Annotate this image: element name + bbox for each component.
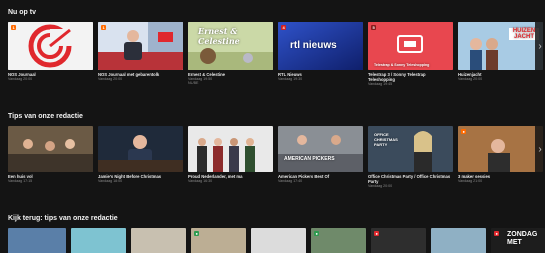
- program-thumbnail[interactable]: HUIZEN JACHT: [458, 22, 543, 70]
- program-card[interactable]: [251, 228, 306, 253]
- program-card[interactable]: ●: [311, 228, 366, 253]
- program-title: Telestrap 3 / Sonny Telestrap Teleshoppi…: [368, 72, 426, 82]
- program-card[interactable]: [431, 228, 486, 253]
- program-logo-text: Ernest & Celestine: [198, 26, 240, 46]
- program-logo-text: OFFICE CHRISTMAS PARTY: [374, 132, 398, 147]
- chef-image: [98, 126, 183, 172]
- program-time: Vandaag 17:15: [8, 179, 33, 183]
- group-photo-image: [188, 126, 273, 172]
- program-title: Office Christmas Party / Office Christma…: [368, 174, 451, 184]
- channel-badge: ●: [374, 231, 380, 236]
- channel-badge: ●: [194, 231, 200, 236]
- program-card[interactable]: ●: [371, 228, 426, 253]
- program-thumbnail[interactable]: [8, 126, 93, 172]
- program-logo-text: AMERICAN PICKERS: [284, 156, 335, 162]
- program-thumbnail[interactable]: ●: [458, 126, 543, 172]
- program-time: Vandaag 20:00: [368, 184, 393, 188]
- program-thumbnail[interactable]: [8, 228, 66, 253]
- program-region: NL/BE: [188, 81, 199, 86]
- program-card[interactable]: HUIZEN JACHT Huizenjacht Vandaag 20:00: [458, 22, 543, 81]
- channel-badge: 4: [281, 25, 287, 30]
- channel-badge: 5: [371, 25, 377, 30]
- chevron-right-icon[interactable]: ›: [535, 22, 545, 70]
- program-card[interactable]: Ernest & Celestine Ernest & Celestine Va…: [188, 22, 273, 86]
- program-thumbnail[interactable]: ●: [371, 228, 426, 253]
- program-time: Vandaag 21:00: [458, 179, 483, 183]
- channel-badge: ●: [314, 231, 320, 236]
- program-thumbnail[interactable]: 1: [8, 22, 93, 70]
- program-logo-text: rtl nieuws: [290, 40, 337, 51]
- program-thumbnail[interactable]: [431, 228, 486, 253]
- session-image: [458, 126, 543, 172]
- program-thumbnail[interactable]: 4 rtl nieuws: [278, 22, 363, 70]
- channel-badge: 1: [11, 25, 17, 30]
- program-thumbnail[interactable]: [188, 126, 273, 172]
- program-card[interactable]: [8, 228, 66, 253]
- channel-badge: ●: [494, 231, 500, 236]
- program-time: Vandaag 19:30: [278, 77, 303, 81]
- card-row: Een huis vol Vandaag 17:15 Jamie's Night…: [8, 126, 545, 206]
- program-thumbnail[interactable]: ●: [191, 228, 246, 253]
- program-card[interactable]: 4 rtl nieuws RTL Nieuws Vandaag 19:30: [278, 22, 363, 81]
- program-card[interactable]: 5 Telestrap & Sonny Teleshopping Telestr…: [368, 22, 453, 86]
- program-thumbnail[interactable]: ●: [311, 228, 366, 253]
- program-card[interactable]: Een huis vol Vandaag 17:15: [8, 126, 93, 183]
- section-tips: Tips van onze redactie Een huis vol Vand…: [8, 112, 545, 202]
- program-thumbnail[interactable]: [251, 228, 306, 253]
- program-time: Vandaag 17:40: [278, 179, 303, 183]
- section-title: Kijk terug: tips van onze redactie: [8, 215, 118, 222]
- card-row: ● ● ● ZONDAG MET ●: [8, 228, 545, 253]
- chevron-right-icon[interactable]: ›: [535, 126, 545, 172]
- program-card[interactable]: AMERICAN PICKERS American Pickers Best O…: [278, 126, 363, 183]
- program-time: Vandaag 20:00: [98, 77, 123, 81]
- program-thumbnail[interactable]: [131, 228, 186, 253]
- pickers-image: [278, 126, 363, 172]
- program-time: Vandaag 20:00: [8, 77, 33, 81]
- program-thumbnail[interactable]: Ernest & Celestine: [188, 22, 273, 70]
- program-card[interactable]: Jamie's Night Before Christmas Vandaag 1…: [98, 126, 183, 183]
- family-image: [8, 126, 93, 172]
- nos-logo-image: [8, 22, 93, 70]
- card-row: 1 NOS Journaal Vandaag 20:00 1 NOS Journ…: [8, 22, 545, 102]
- program-time: Vandaag 20:00: [458, 77, 483, 81]
- program-thumbnail[interactable]: ZONDAG MET ●: [491, 228, 545, 253]
- news-anchor-image: [98, 22, 183, 70]
- program-card[interactable]: [71, 228, 126, 253]
- program-thumbnail[interactable]: 5 Telestrap & Sonny Teleshopping: [368, 22, 453, 70]
- channel-badge: ●: [461, 129, 467, 134]
- program-logo-text: ZONDAG MET: [507, 231, 538, 246]
- section-now-on-tv: Nu op tv 1 NOS Journaal Vandaag 20:00 1 …: [8, 8, 545, 98]
- program-thumbnail[interactable]: [98, 126, 183, 172]
- program-card[interactable]: Proud Nederlander, met ma Vandaag 16:30: [188, 126, 273, 183]
- program-time: Vandaag 19:45: [368, 82, 393, 86]
- program-card[interactable]: [131, 228, 186, 253]
- channel-badge: 1: [101, 25, 107, 30]
- program-time: Vandaag 18:00: [98, 179, 123, 183]
- program-thumbnail[interactable]: 1: [98, 22, 183, 70]
- program-card[interactable]: ●: [191, 228, 246, 253]
- section-title: Nu op tv: [8, 9, 36, 16]
- section-watch-back: Kijk terug: tips van onze redactie ● ● ●: [8, 214, 545, 253]
- section-title: Tips van onze redactie: [8, 113, 83, 120]
- program-card[interactable]: ● 3 maker sessies Vandaag 21:00: [458, 126, 543, 183]
- program-card[interactable]: 1 NOS Journaal met gebarentolk Vandaag 2…: [98, 22, 183, 81]
- program-logo-text: Telestrap & Sonny Teleshopping: [374, 63, 430, 67]
- program-time: Vandaag 16:30: [188, 179, 213, 183]
- program-thumbnail[interactable]: AMERICAN PICKERS: [278, 126, 363, 172]
- program-thumbnail[interactable]: [71, 228, 126, 253]
- program-card[interactable]: ZONDAG MET ●: [491, 228, 545, 253]
- program-thumbnail[interactable]: OFFICE CHRISTMAS PARTY: [368, 126, 453, 172]
- program-card[interactable]: OFFICE CHRISTMAS PARTY Office Christmas …: [368, 126, 453, 188]
- program-card[interactable]: 1 NOS Journaal Vandaag 20:00: [8, 22, 93, 81]
